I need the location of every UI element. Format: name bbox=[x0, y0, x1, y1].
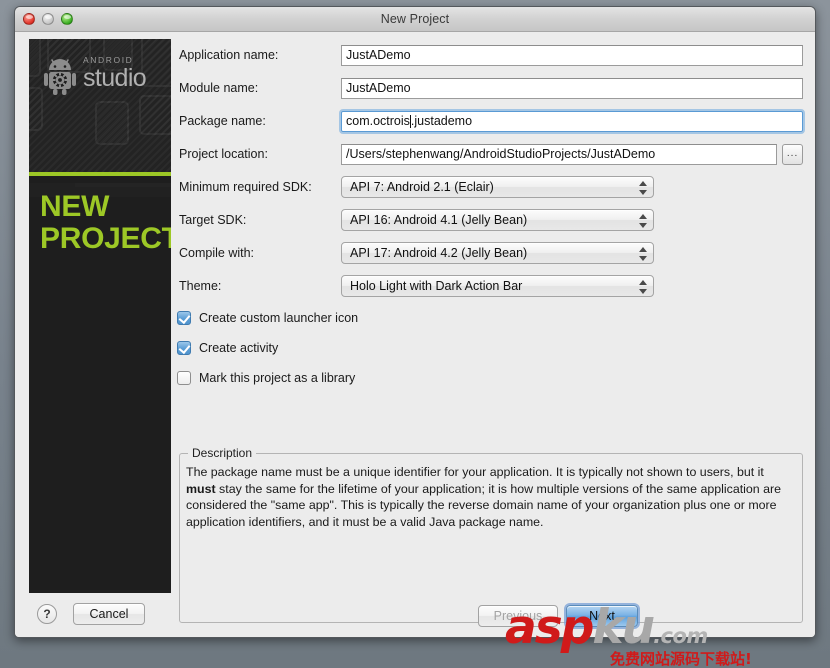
label-theme: Theme: bbox=[179, 279, 341, 293]
previous-button[interactable]: Previous bbox=[478, 605, 558, 627]
field-package-name: Package name: com.octrois.justademo bbox=[179, 110, 803, 132]
android-robot-icon bbox=[43, 57, 77, 95]
module-name-input[interactable]: JustADemo bbox=[341, 78, 803, 99]
stepper-arrows-icon bbox=[639, 279, 648, 295]
field-project-location: Project location: /Users/stephenwang/And… bbox=[179, 143, 803, 165]
new-project-dialog-window: New Project bbox=[14, 6, 816, 638]
cancel-button[interactable]: Cancel bbox=[73, 603, 145, 625]
label-target-sdk: Target SDK: bbox=[179, 213, 341, 227]
dialog-content: ANDROID studio NEW PROJECT Application n… bbox=[15, 32, 816, 638]
checkbox-box-create-activity[interactable] bbox=[177, 341, 191, 355]
android-studio-logo: ANDROID studio bbox=[39, 53, 167, 111]
description-group-box: Description The package name must be a u… bbox=[179, 453, 803, 623]
sidebar-headline-line2: PROJECT bbox=[40, 223, 170, 255]
browse-folder-button[interactable]: ... bbox=[782, 144, 803, 165]
checkbox-label-mark-as-library: Mark this project as a library bbox=[199, 371, 355, 385]
theme-value: Holo Light with Dark Action Bar bbox=[350, 279, 522, 293]
compile-with-select[interactable]: API 17: Android 4.2 (Jelly Bean) bbox=[341, 242, 654, 264]
description-text: The package name must be a unique identi… bbox=[186, 464, 794, 530]
minimum-sdk-select[interactable]: API 7: Android 2.1 (Eclair) bbox=[341, 176, 654, 198]
description-text-emphasis: must bbox=[186, 482, 216, 496]
label-compile-with: Compile with: bbox=[179, 246, 341, 260]
label-application-name: Application name: bbox=[179, 48, 341, 62]
field-compile-with: Compile with: API 17: Android 4.2 (Jelly… bbox=[179, 242, 803, 264]
logo-studio-text: studio bbox=[83, 65, 169, 92]
window-titlebar: New Project bbox=[15, 7, 815, 32]
checkbox-label-create-activity: Create activity bbox=[199, 341, 278, 355]
help-button[interactable]: ? bbox=[37, 604, 57, 624]
label-project-location: Project location: bbox=[179, 147, 341, 161]
label-module-name: Module name: bbox=[179, 81, 341, 95]
target-sdk-select[interactable]: API 16: Android 4.1 (Jelly Bean) bbox=[341, 209, 654, 231]
checkbox-create-custom-launcher-icon[interactable]: Create custom launcher icon bbox=[177, 308, 358, 328]
field-application-name: Application name: JustADemo bbox=[179, 44, 803, 66]
checkbox-box-create-custom-launcher-icon[interactable] bbox=[177, 311, 191, 325]
close-button[interactable] bbox=[23, 13, 35, 25]
field-target-sdk: Target SDK: API 16: Android 4.1 (Jelly B… bbox=[179, 209, 803, 231]
description-text-part1: The package name must be a unique identi… bbox=[186, 465, 764, 479]
minimum-sdk-value: API 7: Android 2.1 (Eclair) bbox=[350, 180, 494, 194]
application-name-input[interactable]: JustADemo bbox=[341, 45, 803, 66]
field-module-name: Module name: JustADemo bbox=[179, 77, 803, 99]
checkbox-create-activity[interactable]: Create activity bbox=[177, 338, 278, 358]
target-sdk-value: API 16: Android 4.1 (Jelly Bean) bbox=[350, 213, 527, 227]
description-legend: Description bbox=[188, 446, 256, 460]
package-name-input[interactable]: com.octrois.justademo bbox=[341, 111, 803, 132]
theme-select[interactable]: Holo Light with Dark Action Bar bbox=[341, 275, 654, 297]
package-name-value-before-caret: com.octrois bbox=[346, 114, 410, 128]
description-text-part2: stay the same for the lifetime of your a… bbox=[186, 482, 781, 529]
checkbox-box-mark-as-library[interactable] bbox=[177, 371, 191, 385]
package-name-value-after-caret: .justademo bbox=[411, 114, 472, 128]
stepper-arrows-icon bbox=[639, 180, 648, 196]
checkbox-mark-as-library[interactable]: Mark this project as a library bbox=[177, 368, 355, 388]
sidebar-headline: NEW PROJECT bbox=[40, 191, 170, 255]
checkbox-label-create-custom-launcher-icon: Create custom launcher icon bbox=[199, 311, 358, 325]
sidebar-headline-line1: NEW bbox=[40, 191, 170, 223]
watermark-subtitle: 免费网站源码下载站! bbox=[610, 648, 752, 668]
minimize-button[interactable] bbox=[42, 13, 54, 25]
stepper-arrows-icon bbox=[639, 246, 648, 262]
logo-wordmark: ANDROID studio bbox=[83, 55, 169, 92]
project-location-input[interactable]: /Users/stephenwang/AndroidStudioProjects… bbox=[341, 144, 777, 165]
stepper-arrows-icon bbox=[639, 213, 648, 229]
maximize-button[interactable] bbox=[61, 13, 73, 25]
compile-with-value: API 17: Android 4.2 (Jelly Bean) bbox=[350, 246, 527, 260]
next-button[interactable]: Next bbox=[566, 605, 638, 627]
accent-divider bbox=[29, 172, 171, 176]
label-package-name: Package name: bbox=[179, 114, 341, 128]
label-minimum-sdk: Minimum required SDK: bbox=[179, 180, 341, 194]
window-title: New Project bbox=[15, 12, 815, 26]
branding-sidebar: ANDROID studio NEW PROJECT bbox=[29, 39, 171, 593]
field-theme: Theme: Holo Light with Dark Action Bar bbox=[179, 275, 803, 297]
window-controls bbox=[23, 13, 73, 25]
field-minimum-sdk: Minimum required SDK: API 7: Android 2.1… bbox=[179, 176, 803, 198]
